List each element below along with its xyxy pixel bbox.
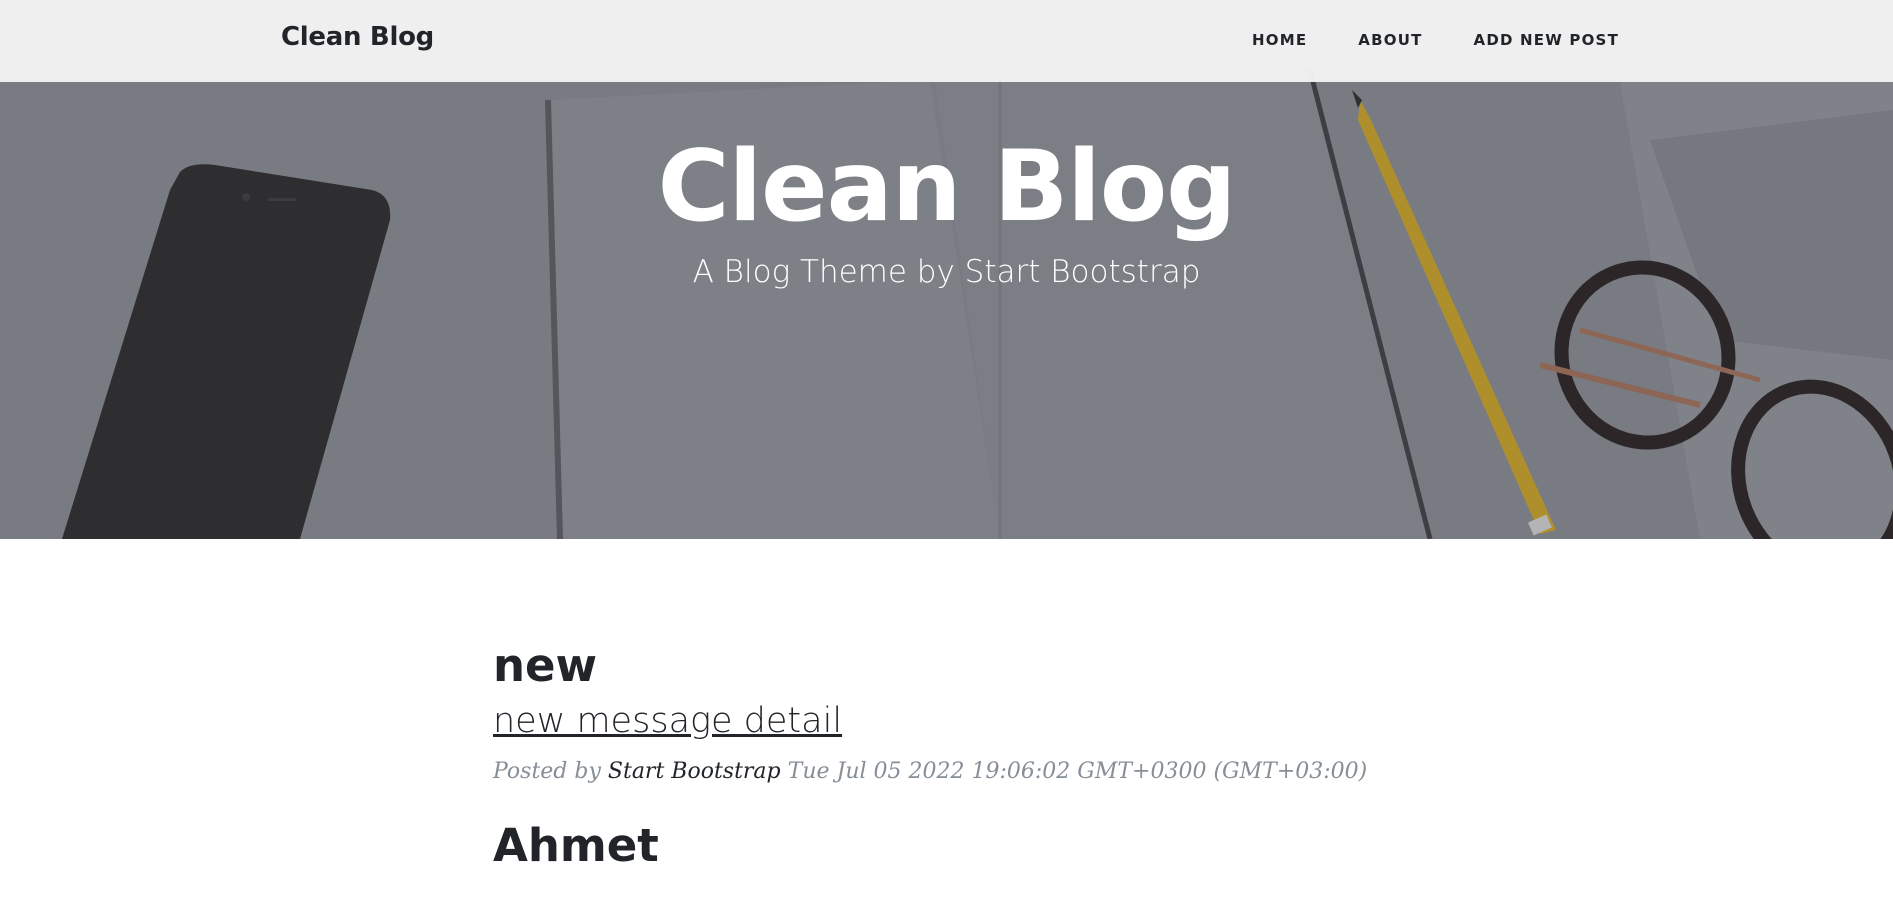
- post-meta-prefix: Posted by: [493, 759, 601, 784]
- post-author-link[interactable]: Start Bootstrap: [608, 759, 781, 784]
- top-navbar: Clean Blog HOME ABOUT ADD NEW POST: [0, 0, 1893, 82]
- nav-home-link[interactable]: HOME: [1252, 31, 1307, 49]
- post-preview: Ahmet: [493, 820, 1393, 872]
- nav-about-link[interactable]: ABOUT: [1358, 31, 1422, 49]
- post-list: new new message detail Posted by Start B…: [493, 640, 1393, 872]
- post-title-link[interactable]: Ahmet: [493, 820, 1393, 872]
- post-title-link[interactable]: new: [493, 640, 1393, 692]
- nav-links: HOME ABOUT ADD NEW POST: [1201, 31, 1619, 49]
- hero-subtitle: A Blog Theme by Start Bootstrap: [692, 254, 1201, 290]
- post-subtitle-link[interactable]: new message detail: [493, 698, 1393, 744]
- nav-add-new-post-link[interactable]: ADD NEW POST: [1474, 31, 1619, 49]
- navbar-brand-link[interactable]: Clean Blog: [281, 22, 434, 52]
- post-date: Tue Jul 05 2022 19:06:02 GMT+0300 (GMT+0…: [787, 759, 1368, 784]
- hero-title: Clean Blog: [657, 130, 1237, 244]
- post-meta: Posted by Start Bootstrap Tue Jul 05 202…: [493, 758, 1393, 786]
- post-preview: new new message detail Posted by Start B…: [493, 640, 1393, 786]
